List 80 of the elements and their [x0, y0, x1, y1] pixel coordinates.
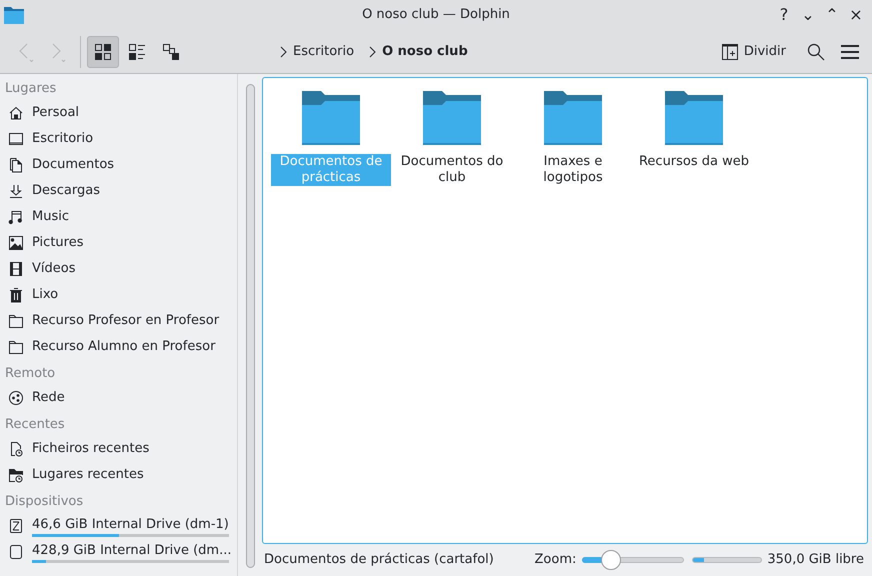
place-label: Escritorio: [32, 130, 94, 148]
network-icon: [8, 390, 24, 406]
folder-icon: [423, 91, 481, 145]
section-header: Lugares: [4, 80, 58, 98]
search-icon: [807, 42, 825, 60]
place-item[interactable]: Pictures: [0, 230, 237, 256]
place-item[interactable]: Lugares recentes: [0, 462, 237, 488]
compact-list-icon: [129, 44, 145, 60]
tree-view-icon: [163, 44, 179, 60]
place-label: Recurso Alumno en Profesor: [32, 338, 216, 356]
desktop-icon: [8, 131, 24, 147]
place-label: Recurso Profesor en Profesor: [32, 312, 220, 330]
window-control-button[interactable]: ⌃: [824, 7, 840, 23]
place-label: Rede: [32, 389, 65, 408]
place-label: Lixo: [32, 286, 58, 304]
section-header: Dispositivos: [4, 493, 84, 512]
drive-icon: [8, 518, 24, 534]
folder-name[interactable]: Imaxes e logotipos: [513, 154, 633, 186]
folder-name[interactable]: Recursos da web: [636, 154, 752, 170]
split-button[interactable]: Dividir: [718, 36, 790, 66]
place-label: Vídeos: [32, 260, 76, 278]
zoom-label: Zoom:: [534, 551, 576, 570]
place-label: Music: [32, 208, 69, 226]
window-control-button[interactable]: ?: [776, 7, 792, 23]
film-icon: [8, 261, 24, 277]
image-icon: [8, 235, 24, 251]
place-label: Pictures: [32, 234, 84, 252]
status-text: Documentos de prácticas (cartafol): [264, 551, 494, 570]
chevron-icon: [279, 46, 287, 58]
trash-icon: [8, 287, 24, 303]
scrollbar[interactable]: [246, 84, 254, 568]
place-item[interactable]: Rede: [0, 385, 237, 411]
place-item[interactable]: Descargas: [0, 178, 237, 204]
section-header: Remoto: [4, 365, 56, 384]
music-note-icon: [8, 209, 24, 225]
window-control-button[interactable]: ⌄: [800, 7, 816, 23]
home-icon: [8, 105, 24, 121]
place-item[interactable]: 46,6 GiB Internal Drive (dm-1): [0, 513, 237, 539]
folder-name[interactable]: Documentos do club: [392, 154, 512, 186]
place-item[interactable]: Documentos: [0, 152, 237, 178]
place-item[interactable]: Persoal: [0, 100, 237, 126]
place-label: Documentos: [32, 156, 114, 174]
breadcrumb-item[interactable]: O noso club: [382, 42, 468, 62]
recent-file-icon: [8, 441, 24, 457]
place-label: Lugares recentes: [32, 466, 144, 484]
free-space-label: 350,0 GiB libre: [767, 551, 864, 570]
folder-icon: [544, 91, 602, 145]
chevron-icon: [368, 46, 376, 58]
place-label: Descargas: [32, 182, 100, 200]
recent-folder-icon: [8, 467, 24, 483]
breadcrumb-item[interactable]: Escritorio: [293, 42, 354, 62]
icon-grid-icon: [95, 44, 111, 60]
split-view-icon: [722, 44, 738, 60]
place-item[interactable]: Recurso Profesor en Profesor: [0, 308, 237, 334]
place-item[interactable]: Vídeos: [0, 256, 237, 282]
zoom-slider[interactable]: [582, 549, 684, 571]
free-space-bar: [692, 557, 762, 563]
menu-icon: [841, 44, 859, 58]
place-label: 46,6 GiB Internal Drive (dm-1): [32, 517, 229, 533]
window-control-button[interactable]: ×: [848, 7, 864, 23]
folder-icon: [8, 313, 24, 329]
place-item[interactable]: Music: [0, 204, 237, 230]
view-mode-button[interactable]: [87, 36, 119, 68]
folder-icon: [665, 91, 723, 145]
document-icon: [8, 157, 24, 173]
place-label: Persoal: [32, 104, 80, 122]
place-item[interactable]: Lixo: [0, 282, 237, 308]
folder-app-icon: [4, 6, 24, 24]
drive-icon: [8, 544, 24, 560]
place-item[interactable]: Recurso Alumno en Profesor: [0, 334, 237, 360]
folder-icon: [8, 339, 24, 355]
place-item[interactable]: Ficheiros recentes: [0, 436, 237, 462]
place-item[interactable]: 428,9 GiB Internal Drive (dm...: [0, 539, 237, 565]
section-header: Recentes: [4, 416, 66, 434]
folder-icon: [302, 91, 360, 145]
place-item[interactable]: Escritorio: [0, 126, 237, 152]
download-icon: [8, 183, 24, 199]
window-title: O noso club — Dolphin: [362, 6, 510, 24]
place-label: Ficheiros recentes: [32, 440, 150, 458]
place-label: 428,9 GiB Internal Drive (dm...: [32, 543, 229, 559]
